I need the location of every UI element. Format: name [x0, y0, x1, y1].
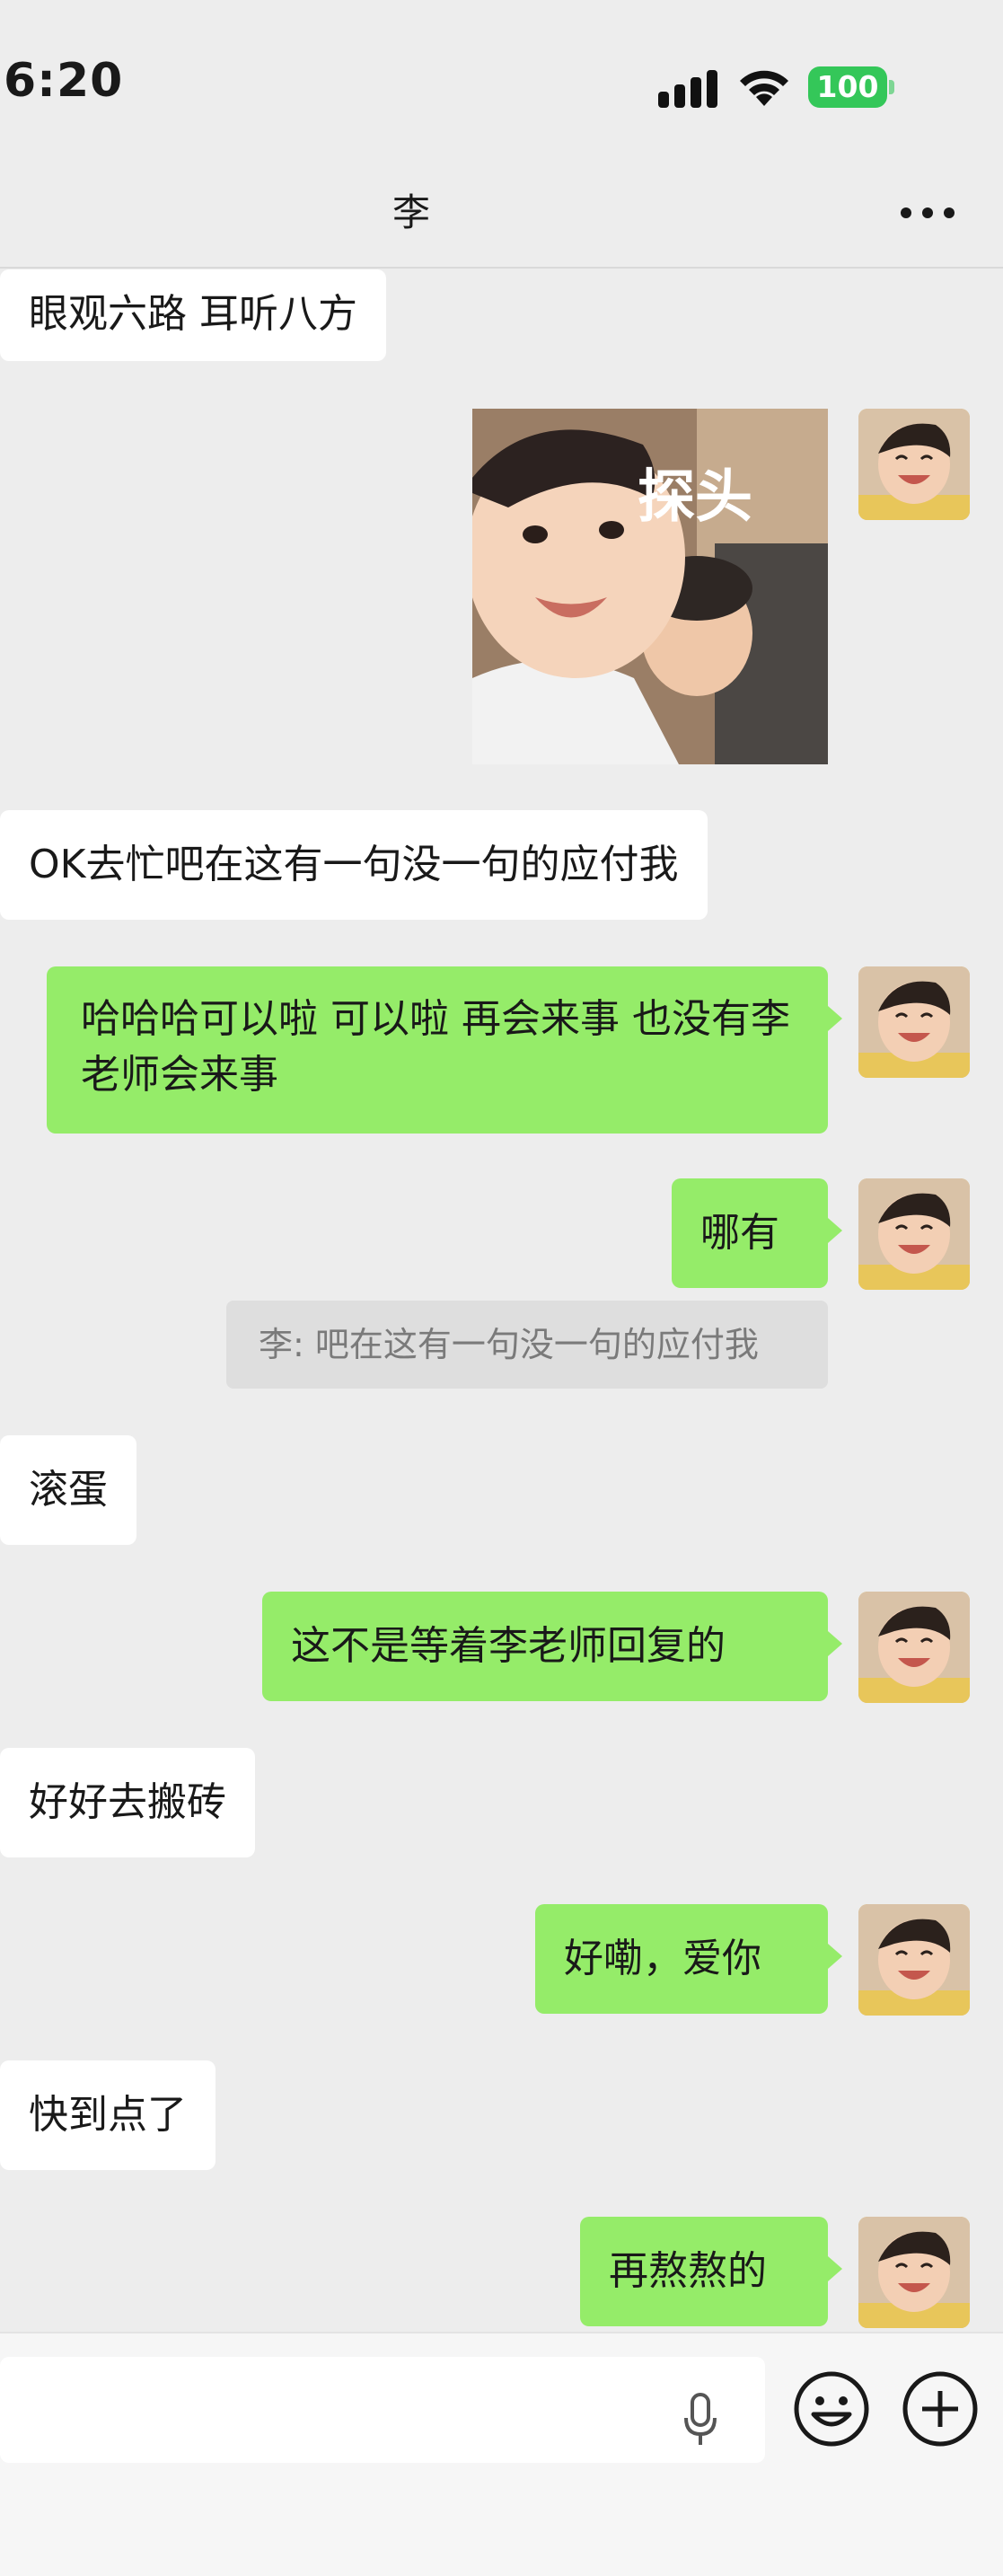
sticker-message[interactable]: 探头 — [472, 409, 828, 764]
message-outgoing[interactable]: 哈哈哈可以啦 可以啦 再会来事 也没有李老师会来事 — [47, 966, 842, 1134]
chat-screen: 6:20 100 李 眼观六路 耳听八方 探头 OK去忙吧在这有一句没一句的应付… — [0, 0, 1003, 2576]
avatar[interactable] — [858, 1592, 970, 1703]
sticker-caption: 探头 — [638, 464, 752, 531]
message-outgoing[interactable]: 这不是等着李老师回复的 — [262, 1592, 842, 1701]
chat-title: 李 — [392, 190, 430, 234]
battery-level: 100 — [816, 69, 879, 104]
message-outgoing[interactable]: 哪有 — [672, 1178, 842, 1288]
message-text: OK去忙吧在这有一句没一句的应付我 — [29, 842, 679, 887]
more-icon[interactable] — [901, 207, 955, 218]
avatar[interactable] — [858, 409, 970, 520]
input-bar — [0, 2332, 1003, 2576]
message-incoming[interactable]: 好好去搬砖 — [0, 1748, 255, 1857]
message-text: 哪有 — [700, 1210, 779, 1256]
battery-icon: 100 — [808, 66, 894, 108]
message-text: 眼观六路 耳听八方 — [29, 291, 357, 337]
message-text: 哈哈哈可以啦 可以啦 再会来事 也没有李老师会来事 — [81, 996, 790, 1098]
message-incoming[interactable]: 滚蛋 — [0, 1435, 136, 1545]
message-outgoing[interactable]: 再熬熬的 — [580, 2217, 842, 2326]
status-bar: 6:20 100 — [0, 0, 1003, 135]
wifi-icon — [736, 66, 792, 108]
signal-icon — [658, 70, 717, 108]
message-incoming[interactable]: OK去忙吧在这有一句没一句的应付我 — [0, 810, 708, 920]
avatar[interactable] — [858, 1904, 970, 2016]
emoji-icon[interactable] — [792, 2369, 871, 2448]
quoted-message[interactable]: 李: 吧在这有一句没一句的应付我 — [226, 1301, 828, 1389]
message-text: 这不是等着李老师回复的 — [291, 1623, 726, 1669]
sticker-image: 探头 — [472, 409, 828, 764]
message-incoming[interactable]: 眼观六路 耳听八方 — [0, 269, 386, 361]
message-outgoing[interactable]: 好嘞，爱你 — [535, 1904, 842, 2014]
avatar[interactable] — [858, 1178, 970, 1290]
plus-icon[interactable] — [901, 2369, 980, 2448]
message-text: 滚蛋 — [29, 1467, 108, 1513]
avatar[interactable] — [858, 2217, 970, 2328]
message-incoming[interactable]: 快到点了 — [0, 2060, 216, 2170]
message-text: 好嘞，爱你 — [564, 1936, 761, 1981]
nav-bar: 李 — [0, 157, 1003, 269]
status-time: 6:20 — [4, 54, 124, 108]
mic-icon[interactable] — [682, 2393, 718, 2447]
message-text: 再熬熬的 — [609, 2248, 767, 2294]
message-text: 快到点了 — [29, 2092, 187, 2138]
avatar[interactable] — [858, 966, 970, 1078]
message-text: 好好去搬砖 — [29, 1779, 226, 1825]
message-input[interactable] — [0, 2357, 765, 2463]
